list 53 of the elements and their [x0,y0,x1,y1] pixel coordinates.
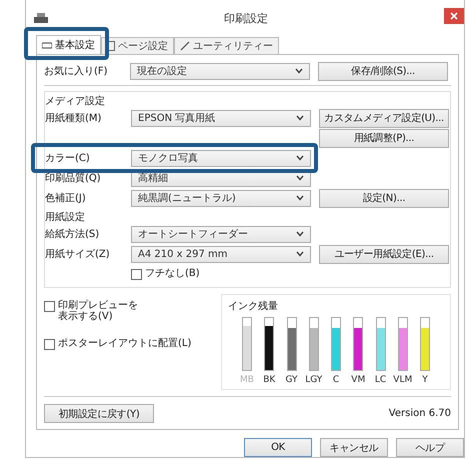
dropdown[interactable]: 純黒調(ニュートラル) [131,190,311,206]
chevron-icon [295,68,303,74]
reset-button[interactable]: 初期設定に戻す(Y) [44,404,154,423]
checkbox[interactable] [131,269,142,280]
group-title: メディア設定 [45,94,106,108]
dialog-button[interactable]: OK [244,438,312,457]
settings-button[interactable]: 設定(N)... [319,188,449,208]
ink-name: MB [240,375,254,385]
chevron-icon [296,175,304,181]
checkbox-label: 印刷プレビューを表示する(V) [58,300,139,322]
field-label: 用紙サイズ(Z) [45,248,111,261]
field-label: 印刷品質(Q) [45,172,102,185]
ink-name: C [332,375,340,385]
dialog-button[interactable]: キャンセル [320,438,388,457]
paper-adjust-button[interactable]: 用紙調整(P)... [319,128,449,148]
field-label: 給紙方法(S) [45,228,100,241]
checkbox-label: ポスターレイアウトに配置(L) [58,338,192,349]
field-label: 用紙種類(M) [45,112,102,125]
version-label: Version 6.70 [388,408,451,419]
group-title: インク残量 [228,300,279,313]
ink-name: BK [263,375,276,385]
chevron-icon [296,115,304,121]
page-icon [107,41,115,51]
ink-name: VM [351,375,366,385]
checkbox[interactable] [44,301,55,312]
field-label: カラー(C) [45,152,91,165]
dropdown[interactable]: A4 210 x 297 mm [131,246,311,262]
field-label: 色補正(J) [45,192,87,205]
ink-name: LGY [305,375,322,385]
ink-name: VLM [393,375,412,385]
tab[interactable]: ユーティリティー [174,37,279,54]
tab[interactable]: 基本設定 [36,35,101,54]
dropdown[interactable]: モノクロ写真 [131,150,311,166]
settings-button[interactable]: 保存/削除(S)... [318,62,448,80]
group-title: 用紙設定 [45,210,86,224]
window-title: 印刷設定 [224,10,268,26]
ink-name: LC [374,375,386,385]
chevron-icon [296,251,304,257]
chevron-icon [296,195,304,201]
checkbox-label: フチなし(B) [145,268,200,279]
dropdown[interactable]: 現在の設定 [130,62,310,80]
ink-name: Y [422,375,428,385]
ink-name: GY [285,375,298,385]
chevron-icon [296,155,304,161]
field-label: お気に入り(F) [44,64,109,78]
settings-button[interactable]: ユーザー用紙設定(E)... [319,244,449,264]
tab[interactable]: ページ設定 [101,37,174,54]
settings-button[interactable]: カスタムメディア設定(U)... [319,108,449,128]
dropdown[interactable]: EPSON 写真用紙 [131,110,311,126]
checkbox[interactable] [44,339,55,350]
dropdown[interactable]: オートシートフィーダー [131,226,311,242]
chevron-icon [296,231,304,237]
dialog-button[interactable]: ヘルプ [396,438,464,457]
